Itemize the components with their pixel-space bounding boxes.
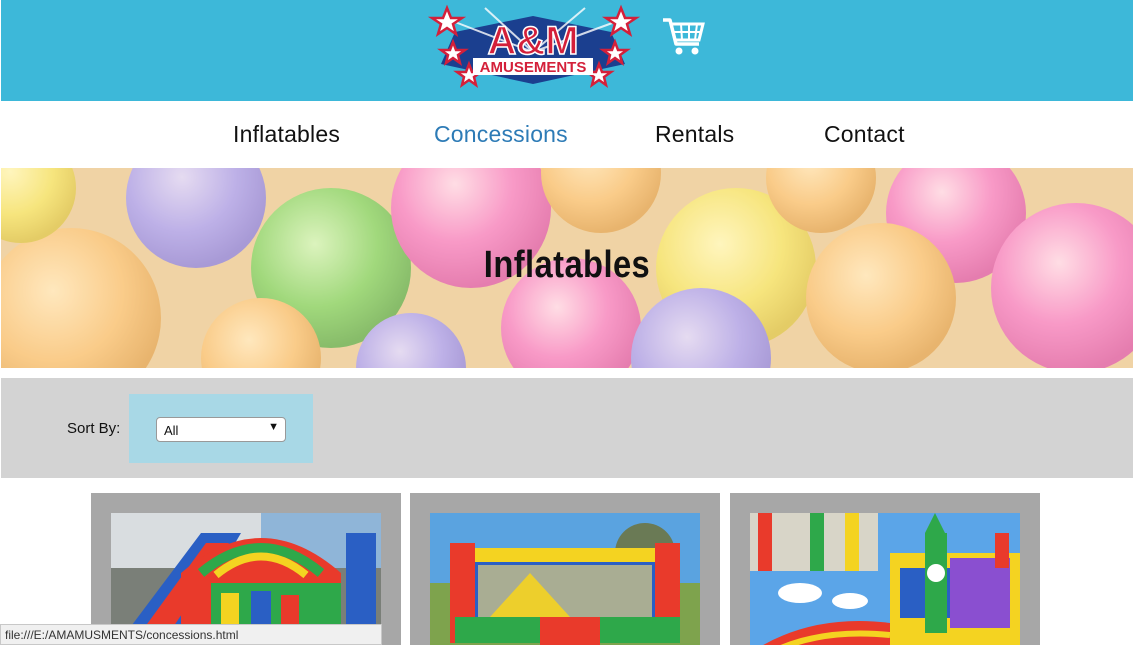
product-card[interactable] — [91, 493, 401, 645]
sort-selected-value: All — [164, 423, 179, 438]
sort-select[interactable]: All ▼ — [156, 417, 286, 442]
crayon-combo-inflatable-photo — [750, 513, 1020, 645]
nav-item-contact[interactable]: Contact — [824, 121, 905, 148]
shopping-cart-icon[interactable] — [661, 14, 705, 58]
section-divider — [1, 368, 1133, 378]
browser-status-bar: file:///E:/AMAMUSMENTS/concessions.html — [0, 624, 382, 645]
product-card[interactable] — [410, 493, 720, 645]
nav-item-inflatables[interactable]: Inflatables — [233, 121, 340, 148]
nav-item-rentals[interactable]: Rentals — [655, 121, 734, 148]
hero-banner: Inflatables — [1, 168, 1133, 368]
nav-item-concessions[interactable]: Concessions — [434, 121, 568, 148]
site-header: A&M AMUSEMENTS — [1, 0, 1133, 101]
logo-text-am: A&M — [487, 19, 578, 63]
brand-logo[interactable]: A&M AMUSEMENTS — [425, 2, 641, 92]
sort-panel: All ▼ — [129, 394, 313, 463]
bounce-house-inflatable-photo — [430, 513, 700, 645]
sort-label: Sort By: — [67, 420, 121, 437]
sort-bar: Sort By: All ▼ — [1, 378, 1133, 478]
product-card[interactable] — [730, 493, 1040, 645]
dropdown-arrow-icon: ▼ — [268, 421, 279, 433]
page-title: Inflatables — [483, 244, 651, 286]
main-nav: Inflatables Concessions Rentals Contact — [1, 101, 1133, 168]
logo-text-amusements: AMUSEMENTS — [480, 59, 587, 76]
